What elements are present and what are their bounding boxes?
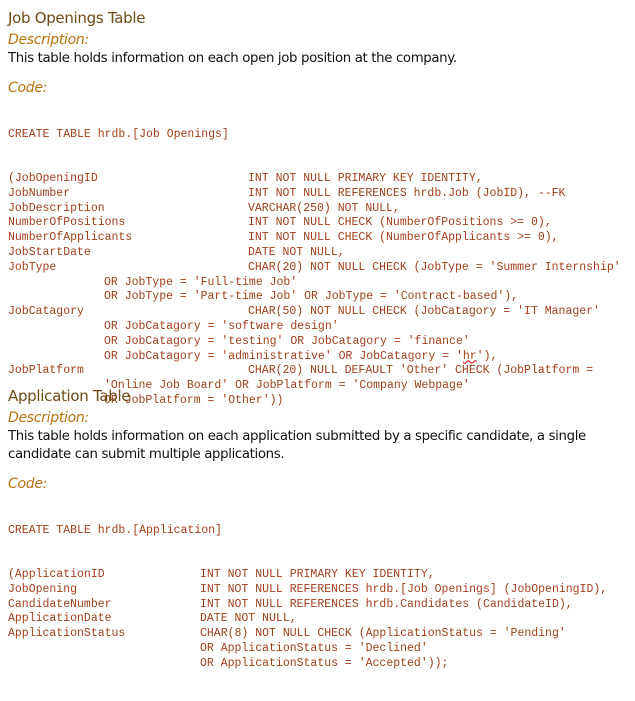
section-title: Application Table [8, 387, 131, 405]
job-openings-section: Job Openings Table Description: This tab… [8, 8, 635, 438]
code-row: JobPlatform CHAR(20) NULL DEFAULT 'Other'… [8, 364, 635, 379]
code-row: ApplicationDate DATE NOT NULL, [8, 612, 635, 627]
column-definition: CHAR(8) NOT NULL CHECK (ApplicationStatu… [200, 627, 566, 641]
column-definition: INT NOT NULL CHECK (NumberOfPositions >=… [248, 216, 552, 230]
code-row: NumberOfPositions INT NOT NULL CHECK (Num… [8, 216, 635, 231]
column-definition: CHAR(50) NOT NULL CHECK (JobCatagory = '… [248, 305, 600, 319]
description-text: This table holds information on each ope… [8, 51, 457, 66]
code-rows: (ApplicationID INT NOT NULL PRIMARY KEY I… [8, 568, 635, 672]
code-row: OR JobType = 'Full-time Job' [8, 276, 635, 291]
create-line: CREATE TABLE hrdb.[Application] [8, 523, 222, 537]
create-line: CREATE TABLE hrdb.[Job Openings] [8, 127, 229, 141]
continuation-text: OR JobType = 'Part-time Job' OR JobType … [104, 290, 519, 304]
continuation-text: OR JobType = 'Full-time Job' [104, 275, 298, 289]
column-name: (JobOpeningID [8, 171, 98, 185]
code-row: (ApplicationID INT NOT NULL PRIMARY KEY I… [8, 568, 635, 583]
continuation-text: OR JobCatagory = 'software design' [104, 319, 339, 333]
column-name: JobStartDate [8, 245, 91, 259]
code-row: JobDescription VARCHAR(250) NOT NULL, [8, 202, 635, 217]
column-definition: VARCHAR(250) NOT NULL, [248, 201, 400, 215]
column-name: JobPlatform [8, 364, 84, 378]
column-name: ApplicationStatus [8, 627, 126, 641]
column-name [8, 642, 200, 657]
column-definition: INT NOT NULL REFERENCES hrdb.[Job Openin… [200, 582, 608, 596]
code-row: (JobOpeningID INT NOT NULL PRIMARY KEY ID… [8, 172, 635, 187]
code-label: Code: [8, 80, 48, 96]
column-definition: INT NOT NULL PRIMARY KEY IDENTITY, [200, 567, 435, 581]
column-definition: CHAR(20) NULL DEFAULT 'Other' CHECK (Job… [248, 364, 594, 378]
code-row: JobCatagory CHAR(50) NOT NULL CHECK (JobC… [8, 305, 635, 320]
code-row: OR JobCatagory = 'administrative' OR Job… [8, 350, 635, 365]
spellcheck-marked-text: hr [462, 349, 477, 363]
code-row: JobType CHAR(20) NOT NULL CHECK (JobType … [8, 261, 635, 276]
application-section: Application Table Description: This tabl… [8, 386, 635, 701]
code-row: JobOpening INT NOT NULL REFERENCES hrdb.[… [8, 583, 635, 598]
code-label: Code: [8, 476, 48, 492]
code-row: JobNumber INT NOT NULL REFERENCES hrdb.Jo… [8, 187, 635, 202]
column-definition: DATE NOT NULL, [200, 612, 297, 626]
code-row: NumberOfApplicants INT NOT NULL CHECK (Nu… [8, 231, 635, 246]
column-definition: INT NOT NULL REFERENCES hrdb.Candidates … [200, 597, 573, 611]
section-title: Job Openings Table [8, 9, 146, 27]
column-name: JobOpening [8, 582, 78, 596]
column-name: JobCatagory [8, 305, 84, 319]
column-name: JobNumber [8, 186, 71, 200]
column-name: NumberOfPositions [8, 216, 126, 230]
column-definition: DATE NOT NULL, [248, 245, 345, 259]
column-definition: OR ApplicationStatus = 'Accepted')); [200, 656, 449, 670]
column-name: JobDescription [8, 201, 105, 215]
description-label: Description: [8, 32, 89, 48]
continuation-text: '), [476, 349, 498, 363]
description-label: Description: [8, 410, 89, 426]
column-name: ApplicationDate [8, 612, 112, 626]
code-row: CandidateNumber INT NOT NULL REFERENCES h… [8, 598, 635, 613]
column-name: (ApplicationID [8, 567, 105, 581]
column-definition: INT NOT NULL REFERENCES hrdb.Job (JobID)… [248, 186, 566, 200]
continuation-text: OR JobCatagory = 'testing' OR JobCatagor… [104, 334, 470, 348]
description-text: This table holds information on each app… [8, 429, 586, 462]
code-block: CREATE TABLE hrdb.[Application] (Applica… [8, 494, 635, 701]
code-row: OR ApplicationStatus = 'Accepted')); [8, 657, 635, 672]
code-row: OR ApplicationStatus = 'Declined' [8, 642, 635, 657]
continuation-text: OR JobCatagory = 'administrative' OR Job… [104, 349, 463, 363]
column-definition: INT NOT NULL PRIMARY KEY IDENTITY, [248, 171, 483, 185]
code-row: OR JobType = 'Part-time Job' OR JobType … [8, 290, 635, 305]
code-row: ApplicationStatus CHAR(8) NOT NULL CHECK … [8, 627, 635, 642]
column-name: CandidateNumber [8, 597, 112, 611]
column-definition: INT NOT NULL CHECK (NumberOfApplicants >… [248, 231, 559, 245]
code-rows: (JobOpeningID INT NOT NULL PRIMARY KEY ID… [8, 172, 635, 409]
column-name: JobType [8, 260, 57, 274]
column-name [8, 657, 200, 672]
code-row: OR JobCatagory = 'testing' OR JobCatagor… [8, 335, 635, 350]
column-name: NumberOfApplicants [8, 231, 133, 245]
code-row: JobStartDate DATE NOT NULL, [8, 246, 635, 261]
column-definition: CHAR(20) NOT NULL CHECK (JobType = 'Summ… [248, 260, 621, 274]
column-definition: OR ApplicationStatus = 'Declined' [200, 641, 428, 655]
code-row: OR JobCatagory = 'software design' [8, 320, 635, 335]
